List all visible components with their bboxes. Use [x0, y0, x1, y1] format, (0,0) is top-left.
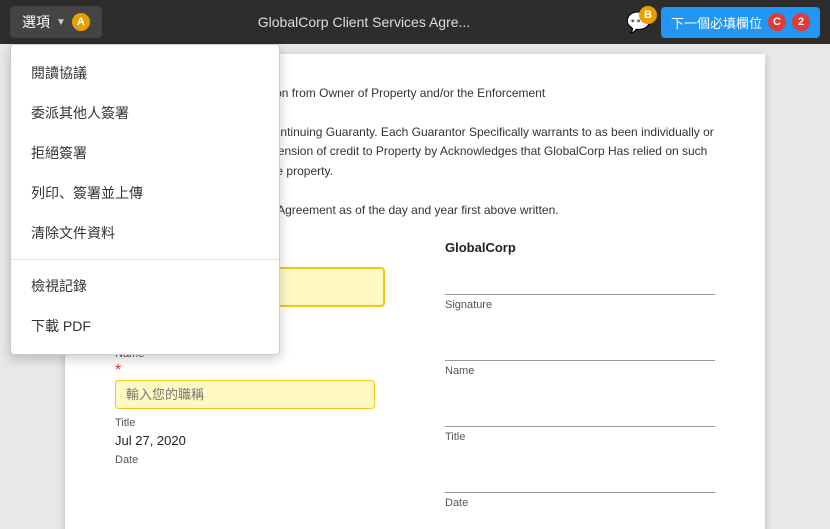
- menu-item-read[interactable]: 閱讀協議: [11, 53, 279, 93]
- globalcorp-sig-line: [445, 267, 715, 295]
- globalcorp-title-line: [445, 399, 715, 427]
- globalcorp-column-title: GlobalCorp: [445, 240, 715, 255]
- title-input-wrapper: *: [115, 362, 385, 413]
- comment-button-wrapper: 💬 B: [626, 10, 651, 35]
- globalcorp-name-spacer: [445, 313, 715, 333]
- toolbar: 選項 ▼ A GlobalCorp Client Services Agre..…: [0, 0, 830, 44]
- globalcorp-title-spacer: [445, 379, 715, 399]
- document-title: GlobalCorp Client Services Agre...: [102, 14, 626, 30]
- dropdown-menu: 閱讀協議 委派其他人簽署 拒絕簽署 列印、簽署並上傳 清除文件資料 檢視記錄 下…: [10, 44, 280, 355]
- menu-item-print[interactable]: 列印、簽署並上傳: [11, 173, 279, 213]
- select-label: 選項: [22, 12, 50, 32]
- next-field-label: 下一個必填欄位: [671, 13, 762, 32]
- date-field-label: Date: [115, 454, 385, 466]
- globalcorp-name-line: [445, 333, 715, 361]
- menu-item-decline[interactable]: 拒絕簽署: [11, 133, 279, 173]
- globalcorp-name-label: Name: [445, 365, 715, 377]
- next-field-count: 2: [792, 13, 810, 31]
- globalcorp-date-label: Date: [445, 497, 715, 509]
- badge-b-label: B: [639, 6, 657, 24]
- menu-item-clear[interactable]: 清除文件資料: [11, 213, 279, 253]
- chevron-down-icon: ▼: [56, 17, 66, 28]
- menu-item-download-pdf[interactable]: 下載 PDF: [11, 306, 279, 346]
- toolbar-right: 💬 B 下一個必填欄位 C 2: [626, 7, 820, 38]
- globalcorp-date-line: [445, 465, 715, 493]
- select-button[interactable]: 選項 ▼ A: [10, 6, 102, 38]
- date-value: Jul 27, 2020: [115, 431, 385, 450]
- title-field-label: Title: [115, 417, 385, 429]
- title-input[interactable]: [115, 380, 375, 409]
- badge-a-label: A: [72, 13, 90, 31]
- globalcorp-date-spacer: [445, 445, 715, 465]
- next-field-button[interactable]: 下一個必填欄位 C 2: [661, 7, 820, 38]
- badge-c-label: C: [768, 13, 786, 31]
- required-star: *: [115, 362, 121, 379]
- menu-divider: [11, 259, 279, 260]
- globalcorp-column: GlobalCorp Signature Name Title Date: [445, 240, 715, 511]
- menu-item-history[interactable]: 檢視記錄: [11, 266, 279, 306]
- globalcorp-sig-label: Signature: [445, 299, 715, 311]
- menu-item-delegate[interactable]: 委派其他人簽署: [11, 93, 279, 133]
- globalcorp-title-label: Title: [445, 431, 715, 443]
